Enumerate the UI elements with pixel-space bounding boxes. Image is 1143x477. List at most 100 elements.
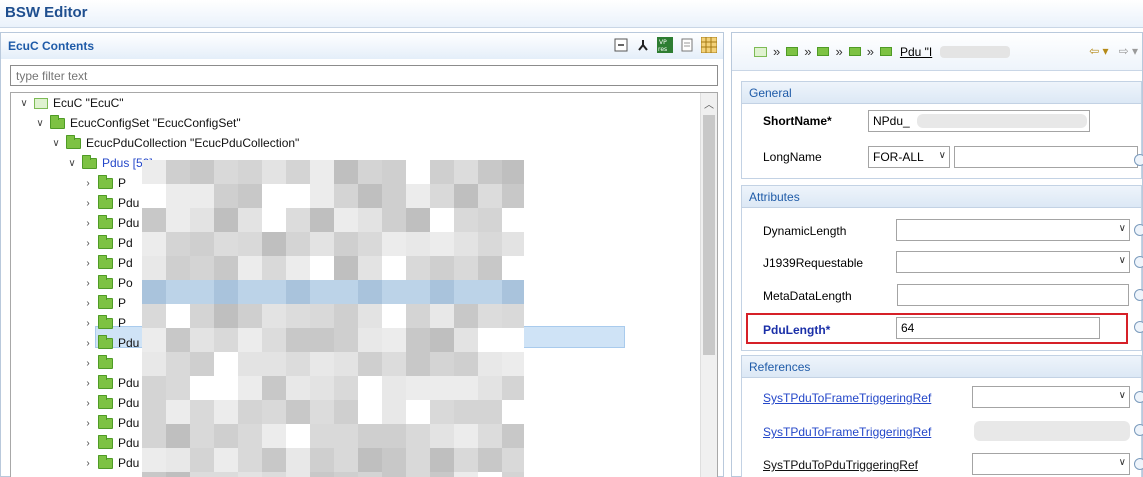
longname-input[interactable]: [954, 146, 1138, 168]
redaction-cell: [334, 352, 358, 376]
redaction-cell: [406, 472, 430, 477]
tree-item[interactable]: ∨ EcuC "EcuC": [17, 93, 123, 113]
redaction-cell: [214, 184, 238, 208]
redaction-cell: [262, 160, 286, 184]
redaction-cell: [430, 400, 454, 424]
redaction-cell: [310, 352, 334, 376]
vp-res-icon[interactable]: VP res: [657, 37, 673, 53]
sys-tpdu-frame-triggering-link[interactable]: SysTPduToFrameTriggeringRef: [763, 425, 931, 439]
grid-icon[interactable]: [701, 37, 717, 53]
chevron-down-icon[interactable]: ∨: [49, 138, 63, 149]
references-section: References SysTPduToFrameTriggeringRef ∨…: [741, 355, 1142, 477]
folder-icon[interactable]: [786, 47, 799, 56]
tree-item[interactable]: › P: [81, 173, 126, 193]
tree-item[interactable]: › Pdu ": [81, 393, 147, 413]
scroll-up-icon[interactable]: ︿: [704, 96, 714, 111]
info-icon[interactable]: [1134, 424, 1143, 436]
chevron-down-icon[interactable]: ∨: [33, 118, 47, 129]
redaction-cell: [310, 304, 334, 328]
sys-tpdu-pdu-triggering-link[interactable]: SysTPduToPduTriggeringRef: [763, 458, 918, 472]
chevron-right-icon[interactable]: ›: [81, 298, 95, 309]
redaction-cell: [190, 232, 214, 256]
redacted-text: [917, 114, 1087, 128]
redaction-cell: [214, 304, 238, 328]
folder-icon: [82, 154, 97, 169]
chevron-right-icon: »: [773, 44, 781, 59]
redaction-cell: [454, 448, 478, 472]
tree-item[interactable]: ∨ Pdus [59]: [65, 153, 153, 173]
chevron-right-icon[interactable]: ›: [81, 258, 95, 269]
redaction-cell: [262, 352, 286, 376]
chevron-right-icon[interactable]: ›: [81, 278, 95, 289]
info-icon[interactable]: [1134, 391, 1143, 403]
filter-input[interactable]: [10, 65, 718, 86]
folder-icon[interactable]: [848, 47, 861, 56]
chevron-right-icon[interactable]: ›: [81, 358, 95, 369]
tree-item[interactable]: ∨ EcucConfigSet "EcucConfigSet": [33, 113, 241, 133]
section-header-general: General: [742, 82, 1141, 104]
longname-lang-select[interactable]: FOR-ALL ∨: [868, 146, 950, 168]
redaction-cell: [358, 280, 382, 304]
tree-item[interactable]: › Pd: [81, 233, 133, 253]
redaction-cell: [286, 400, 310, 424]
chevron-right-icon[interactable]: ›: [81, 338, 95, 349]
breadcrumb-current[interactable]: Pdu "I: [900, 45, 932, 59]
chevron-right-icon[interactable]: ›: [81, 458, 95, 469]
tree-item-label: P: [118, 316, 127, 330]
scroll-thumb[interactable]: [703, 115, 715, 355]
info-icon[interactable]: [1134, 256, 1143, 268]
chevron-down-icon[interactable]: ∨: [65, 158, 79, 169]
title-bar: BSW Editor: [0, 0, 1143, 28]
tree-item[interactable]: › Pdu: [81, 213, 139, 233]
redaction-cell: [334, 448, 358, 472]
chevron-right-icon[interactable]: ›: [81, 178, 95, 189]
redaction-cell: [286, 448, 310, 472]
folder-icon[interactable]: [817, 47, 830, 56]
redaction-cell: [142, 208, 166, 232]
chevron-right-icon[interactable]: ›: [81, 318, 95, 329]
tree-item-label: Pdu: [118, 196, 140, 210]
j1939-select[interactable]: ∨: [896, 251, 1130, 273]
ecu-icon[interactable]: [754, 46, 767, 57]
folder-icon[interactable]: [879, 47, 892, 56]
chevron-right-icon[interactable]: ›: [81, 238, 95, 249]
tree-item[interactable]: › Pdu ": [81, 433, 147, 453]
metadata-length-input[interactable]: [897, 284, 1129, 306]
tree-item[interactable]: › Pdu: [81, 193, 139, 213]
redaction-cell: [142, 400, 166, 424]
ref-pdu-triggering-select[interactable]: ∨: [972, 453, 1130, 475]
vertical-scrollbar[interactable]: ︿: [700, 93, 717, 477]
info-icon[interactable]: [1134, 321, 1143, 333]
chevron-right-icon[interactable]: ›: [81, 198, 95, 209]
sys-tpdu-frame-triggering-link[interactable]: SysTPduToFrameTriggeringRef: [763, 391, 931, 405]
chevron-down-icon[interactable]: ∨: [17, 98, 31, 109]
tree-item[interactable]: › Pdu: [81, 333, 139, 353]
redaction-cell: [406, 448, 430, 472]
chevron-right-icon[interactable]: ›: [81, 218, 95, 229]
ref-frame-triggering-select-1[interactable]: ∨: [972, 386, 1130, 408]
tree-item[interactable]: › P: [81, 313, 126, 333]
tree-item[interactable]: ∨ EcucPduCollection "EcucPduCollection": [49, 133, 299, 153]
tree-item[interactable]: › Pd: [81, 253, 133, 273]
tree-item[interactable]: › Po: [81, 273, 133, 293]
chevron-right-icon[interactable]: ›: [81, 438, 95, 449]
collapse-all-icon[interactable]: [613, 37, 629, 53]
chevron-right-icon[interactable]: ›: [81, 418, 95, 429]
tree-item[interactable]: › P: [81, 293, 126, 313]
link-icon[interactable]: [635, 37, 651, 53]
dynamic-length-select[interactable]: ∨: [896, 219, 1130, 241]
redaction-cell: [454, 256, 478, 280]
redaction-cell: [286, 256, 310, 280]
info-icon[interactable]: [1134, 224, 1143, 236]
info-icon[interactable]: [1134, 458, 1143, 470]
tree-item[interactable]: › Pdu: [81, 453, 139, 473]
back-arrow-icon[interactable]: ⇦ ▾: [1089, 44, 1108, 58]
chevron-right-icon[interactable]: ›: [81, 378, 95, 389]
tree-item[interactable]: ›: [81, 353, 118, 373]
document-icon[interactable]: [679, 37, 695, 53]
forward-arrow-icon[interactable]: ⇨ ▾: [1119, 44, 1138, 58]
chevron-right-icon[interactable]: ›: [81, 398, 95, 409]
info-icon[interactable]: [1134, 154, 1143, 166]
info-icon[interactable]: [1134, 289, 1143, 301]
redaction-cell: [310, 328, 334, 352]
